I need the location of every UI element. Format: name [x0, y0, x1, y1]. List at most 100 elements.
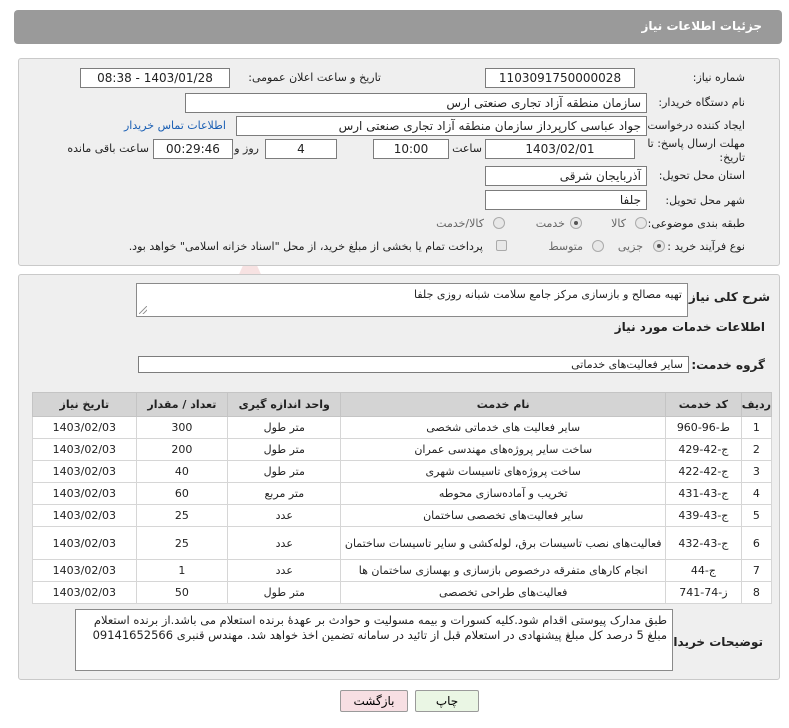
- table-row[interactable]: 6 ج-43-432 فعالیت‌های نصب تاسیسات برق، ل…: [32, 526, 773, 560]
- cell-unit: متر طول: [227, 416, 342, 439]
- col-header-qty: تعداد / مقدار: [135, 392, 229, 417]
- buyer-contact-link[interactable]: اطلاعات تماس خریدار: [124, 119, 226, 132]
- table-row[interactable]: 4 ج-43-431 تخریب و آماده‌سازی محوطه متر …: [32, 482, 773, 505]
- cell-code: ج-44: [664, 559, 742, 582]
- cell-code: ج-43-432: [664, 526, 742, 560]
- requester-label: ایجاد کننده درخواست:: [643, 119, 745, 132]
- cell-row: 3: [740, 460, 773, 483]
- col-header-date: تاریخ نیاز: [32, 392, 137, 417]
- col-header-code: کد خدمت: [664, 392, 742, 417]
- header-bar: جزئیات اطلاعات نیاز: [14, 10, 782, 44]
- cell-unit: متر طول: [227, 460, 342, 483]
- cell-qty: 1: [135, 559, 229, 582]
- table-row[interactable]: 5 ج-43-439 سایر فعالیت‌های تخصصی ساختمان…: [32, 504, 773, 527]
- deadline-label-line1: مهلت ارسال پاسخ: تا: [647, 137, 745, 150]
- remaining-time-field[interactable]: 00:29:46: [153, 139, 233, 159]
- category-radio-goods-service[interactable]: [493, 217, 505, 229]
- cell-name: ساخت سایر پروژه‌های مهندسی عمران: [340, 438, 666, 461]
- process-option-minor: جزیی: [617, 240, 643, 253]
- category-option-goods: کالا: [611, 217, 626, 230]
- cell-code: ز-74-741: [664, 581, 742, 604]
- cell-date: 1403/02/03: [32, 416, 137, 439]
- deadline-label-line2: تاریخ:: [719, 151, 745, 164]
- cell-name: فعالیت‌های نصب تاسیسات برق، لوله‌کشی و س…: [340, 526, 666, 560]
- cell-qty: 25: [135, 504, 229, 527]
- buyer-org-label: نام دستگاه خریدار:: [658, 96, 745, 109]
- services-section-title: اطلاعات خدمات مورد نیاز: [614, 320, 765, 334]
- summary-text: تهیه مصالح و بازسازی مرکز جامع سلامت شبا…: [414, 288, 682, 301]
- process-type-label: نوع فرآیند خرید :: [667, 240, 745, 253]
- cell-name: انجام کارهای متفرقه درخصوص بازسازی و بهس…: [340, 559, 666, 582]
- table-row[interactable]: 2 ج-42-429 ساخت سایر پروژه‌های مهندسی عم…: [32, 438, 773, 461]
- cell-qty: 200: [135, 438, 229, 461]
- cell-row: 6: [740, 526, 773, 560]
- cell-unit: عدد: [227, 526, 342, 560]
- page-title: جزئیات اطلاعات نیاز: [641, 19, 762, 33]
- treasury-payment-checkbox[interactable]: [496, 240, 507, 251]
- cell-row: 2: [740, 438, 773, 461]
- table-row[interactable]: 1 ط-96-960 سایر فعالیت های خدماتی شخصی م…: [32, 416, 773, 439]
- days-remaining-field[interactable]: 4: [265, 139, 337, 159]
- cell-unit: عدد: [227, 559, 342, 582]
- need-number-label: شماره نیاز:: [692, 71, 745, 84]
- deadline-date-field[interactable]: 1403/02/01: [485, 139, 635, 159]
- province-field[interactable]: آذربایجان شرقی: [485, 166, 647, 186]
- cell-date: 1403/02/03: [32, 460, 137, 483]
- col-header-name: نام خدمت: [340, 392, 666, 417]
- cell-date: 1403/02/03: [32, 438, 137, 461]
- category-label: طبقه بندی موضوعی:: [647, 217, 745, 230]
- cell-unit: متر طول: [227, 581, 342, 604]
- cell-code: ج-42-422: [664, 460, 742, 483]
- cell-name: تخریب و آماده‌سازی محوطه: [340, 482, 666, 505]
- col-header-unit: واحد اندازه گیری: [227, 392, 342, 417]
- cell-name: ساخت پروژه‌های تاسیسات شهری: [340, 460, 666, 483]
- col-header-row: ردیف: [740, 392, 773, 417]
- cell-code: ط-96-960: [664, 416, 742, 439]
- buyer-org-field[interactable]: سازمان منطقه آزاد تجاری صنعتی ارس: [185, 93, 647, 113]
- requester-field[interactable]: جواد عباسی کارپرداز سازمان منطقه آزاد تج…: [236, 116, 647, 136]
- table-row[interactable]: 3 ج-42-422 ساخت پروژه‌های تاسیسات شهری م…: [32, 460, 773, 483]
- cell-name: سایر فعالیت های خدماتی شخصی: [340, 416, 666, 439]
- buyer-notes-line1: طبق مدارک پیوستی اقدام شود.کلیه کسورات و…: [93, 613, 667, 627]
- summary-label: شرح کلی نیاز:: [684, 290, 770, 304]
- cell-code: ج-43-439: [664, 504, 742, 527]
- days-label: روز و: [234, 142, 259, 155]
- need-number-field[interactable]: 1103091750000028: [485, 68, 635, 88]
- buyer-notes-textarea[interactable]: طبق مدارک پیوستی اقدام شود.کلیه کسورات و…: [75, 609, 673, 671]
- summary-textarea[interactable]: تهیه مصالح و بازسازی مرکز جامع سلامت شبا…: [136, 283, 688, 317]
- cell-date: 1403/02/03: [32, 526, 137, 560]
- process-radio-medium[interactable]: [592, 240, 604, 252]
- deadline-time-field[interactable]: 10:00: [373, 139, 449, 159]
- province-label: استان محل تحویل:: [658, 169, 745, 182]
- print-button[interactable]: چاپ: [415, 690, 479, 712]
- service-group-label: گروه خدمت:: [691, 358, 765, 372]
- cell-code: ج-43-431: [664, 482, 742, 505]
- need-info-panel: [18, 58, 780, 266]
- back-button[interactable]: بازگشت: [340, 690, 408, 712]
- cell-date: 1403/02/03: [32, 581, 137, 604]
- cell-qty: 60: [135, 482, 229, 505]
- service-group-field[interactable]: سایر فعالیت‌های خدماتی: [138, 356, 689, 373]
- category-radio-goods[interactable]: [635, 217, 647, 229]
- cell-row: 8: [740, 581, 773, 604]
- deadline-time-label: ساعت: [452, 142, 482, 155]
- remaining-time-label: ساعت باقی مانده: [67, 142, 149, 155]
- announce-datetime-field[interactable]: 1403/01/28 - 08:38: [80, 68, 230, 88]
- cell-unit: عدد: [227, 504, 342, 527]
- cell-date: 1403/02/03: [32, 482, 137, 505]
- category-option-goods-service: کالا/خدمت: [436, 217, 484, 230]
- city-field[interactable]: جلفا: [485, 190, 647, 210]
- cell-date: 1403/02/03: [32, 559, 137, 582]
- cell-row: 5: [740, 504, 773, 527]
- buyer-notes-line2: مبلغ 5 درصد کل مبلغ پیشنهادی در استعلام …: [92, 628, 667, 642]
- category-radio-service[interactable]: [570, 217, 582, 229]
- process-option-medium: متوسط: [548, 240, 583, 253]
- process-radio-minor[interactable]: [653, 240, 665, 252]
- cell-name: فعالیت‌های طراحی تخصصی: [340, 581, 666, 604]
- resize-grip-icon[interactable]: [139, 306, 147, 314]
- cell-qty: 300: [135, 416, 229, 439]
- table-row[interactable]: 8 ز-74-741 فعالیت‌های طراحی تخصصی متر طو…: [32, 581, 773, 604]
- table-row[interactable]: 7 ج-44 انجام کارهای متفرقه درخصوص بازساز…: [32, 559, 773, 582]
- category-option-service: خدمت: [535, 217, 565, 230]
- cell-row: 7: [740, 559, 773, 582]
